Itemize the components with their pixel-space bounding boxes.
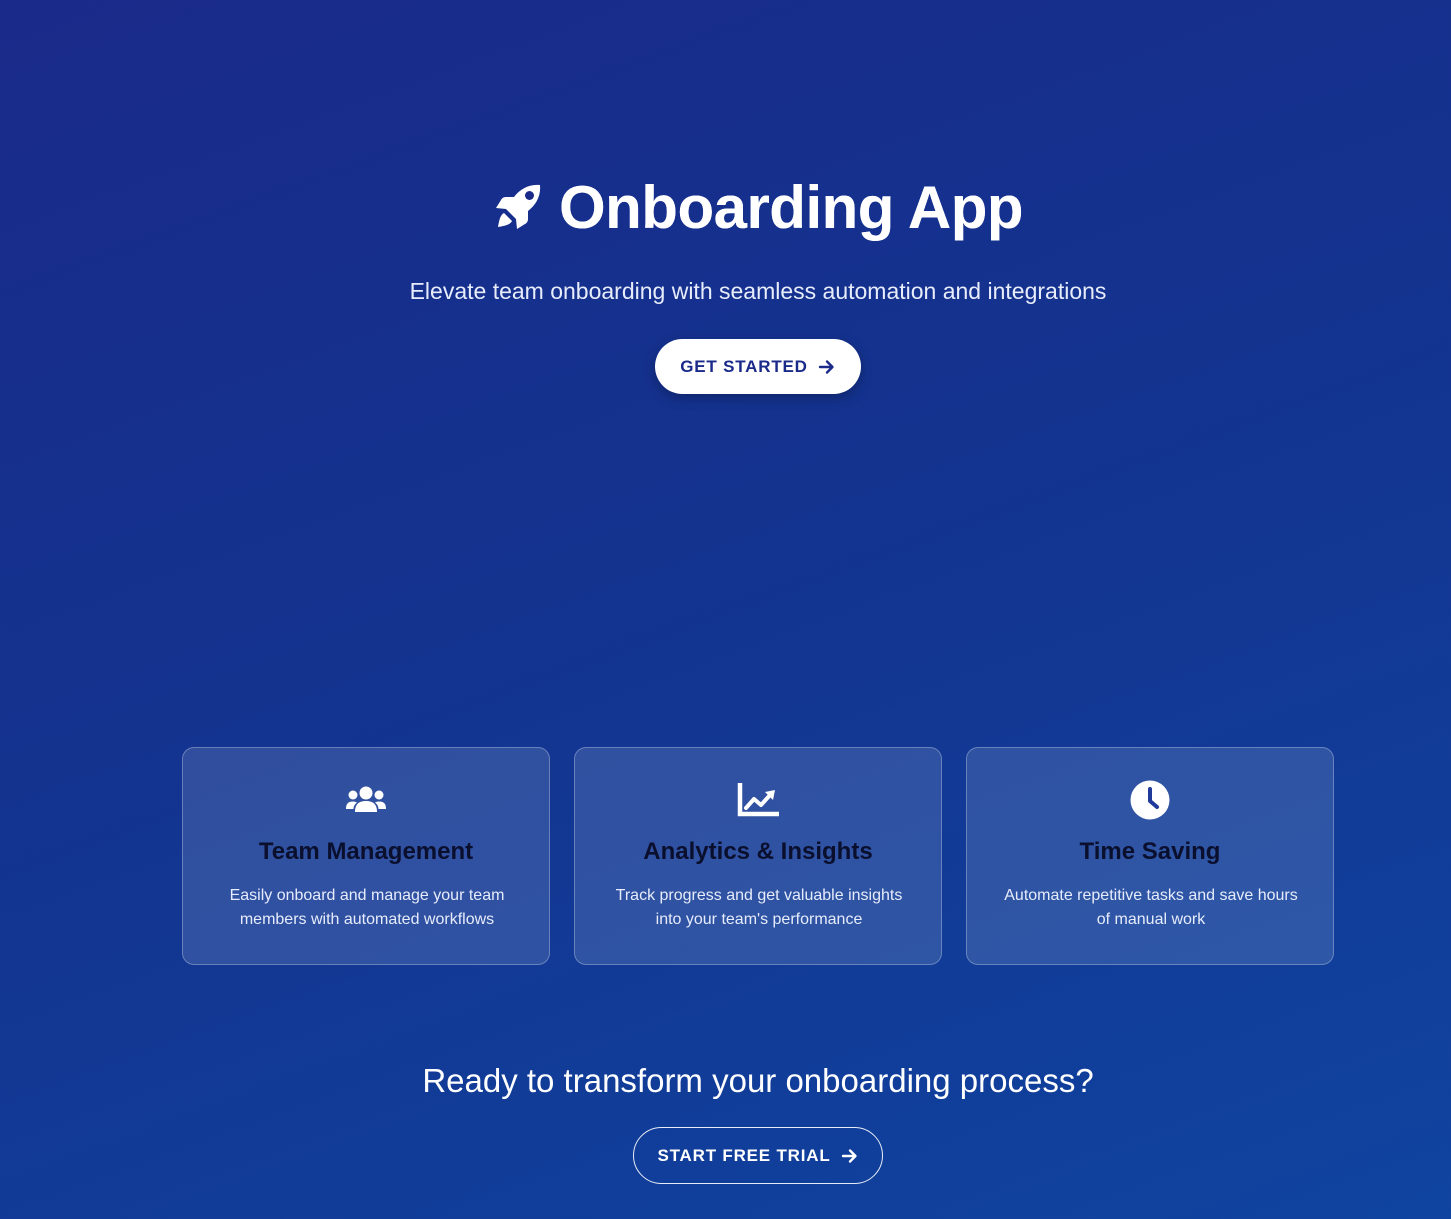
rocket-icon — [495, 184, 541, 229]
start-free-trial-button[interactable]: START FREE TRIAL — [633, 1127, 883, 1184]
hero-title: Onboarding App — [0, 172, 1451, 244]
feature-card-analytics: Analytics & Insights Track progress and … — [574, 747, 942, 965]
card-title: Team Management — [258, 838, 474, 865]
landing-page: Onboarding App Elevate team onboarding w… — [0, 0, 1451, 1219]
hero-subtitle: Elevate team onboarding with seamless au… — [409, 278, 1107, 304]
arrow-right-icon — [818, 359, 834, 374]
card-description: Automate repetitive tasks and save hours… — [1004, 887, 1298, 928]
feature-card-team-management: Team Management Easily onboard and manag… — [182, 747, 550, 965]
cta-heading: Ready to transform your onboarding proce… — [422, 1062, 1094, 1099]
start-free-trial-label: START FREE TRIAL — [657, 1145, 831, 1165]
get-started-label: GET STARTED — [680, 356, 808, 376]
clock-icon — [1130, 780, 1170, 820]
app-title: Onboarding App — [558, 174, 1024, 241]
card-title: Analytics & Insights — [643, 838, 873, 865]
get-started-button[interactable]: GET STARTED — [655, 339, 861, 394]
arrow-right-icon — [841, 1148, 857, 1163]
users-icon — [346, 786, 386, 812]
feature-card-time-saving: Time Saving Automate repetitive tasks an… — [966, 747, 1334, 965]
chart-line-icon — [737, 783, 779, 817]
card-description: Track progress and get valuable insights… — [615, 887, 903, 928]
card-description: Easily onboard and manage your team memb… — [229, 887, 505, 928]
card-title: Time Saving — [1079, 838, 1221, 865]
